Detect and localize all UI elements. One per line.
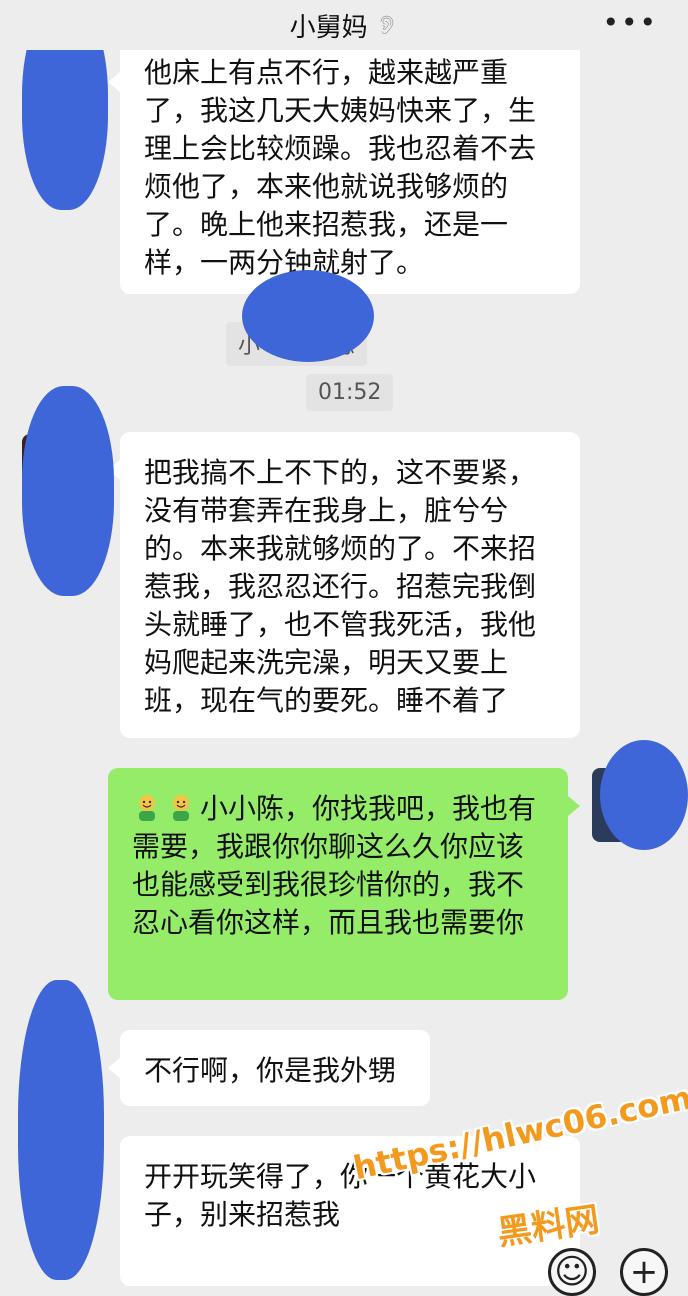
message-text: 开开玩笑得了，你一个黄花大小子，别来招惹我 — [144, 1160, 537, 1231]
grin-face-icon — [139, 795, 155, 821]
bubble-tail — [108, 72, 120, 92]
message-bubble-outgoing[interactable]: 小小陈，你找我吧，我也有需要，我跟你你聊这么久你应该也能感受到我很珍惜你的，我不… — [108, 768, 580, 1000]
bubble-tail — [568, 796, 580, 816]
chat-header: 小舅妈 👂︎ ••• — [0, 0, 688, 50]
smile-icon[interactable]: ☺ — [548, 1248, 596, 1296]
message-bubble-incoming[interactable]: 把我搞不上不下的，这不要紧，没有带套弄在我身上，脏兮兮的。本来我就够烦的了。不来… — [108, 432, 580, 738]
more-dots-icon[interactable]: ••• — [602, 6, 658, 39]
message-list[interactable]: 他床上有点不行，越来越严重了，我这几天大姨妈快来了，生理上会比较烦躁。我也忍着不… — [0, 0, 688, 1286]
bubble-tail — [108, 1058, 120, 1078]
message-text: 他床上有点不行，越来越严重了，我这几天大姨妈快来了，生理上会比较烦躁。我也忍着不… — [144, 56, 537, 279]
plus-circle-icon[interactable]: + — [620, 1248, 668, 1296]
message-timestamp: 01:52 — [306, 374, 394, 411]
redaction-mark — [18, 980, 104, 1280]
ear-icon: 👂︎ — [375, 14, 399, 36]
message-bubble-incoming[interactable]: 他床上有点不行，越来越严重了，我这几天大姨妈快来了，生理上会比较烦躁。我也忍着不… — [108, 42, 580, 294]
redaction-mark — [600, 740, 688, 850]
redaction-mark — [22, 386, 114, 596]
grin-face-icon — [173, 795, 189, 821]
message-text: 不行啊，你是我外甥 — [144, 1054, 397, 1087]
message-text: 把我搞不上不下的，这不要紧，没有带套弄在我身上，脏兮兮的。本来我就够烦的了。不来… — [144, 456, 537, 717]
chat-title[interactable]: 小舅妈 — [290, 7, 368, 44]
redaction-mark — [242, 270, 374, 362]
message-bubble-incoming[interactable]: 不行啊，你是我外甥 — [108, 1030, 430, 1106]
timestamp-text: 01:52 — [318, 380, 382, 405]
